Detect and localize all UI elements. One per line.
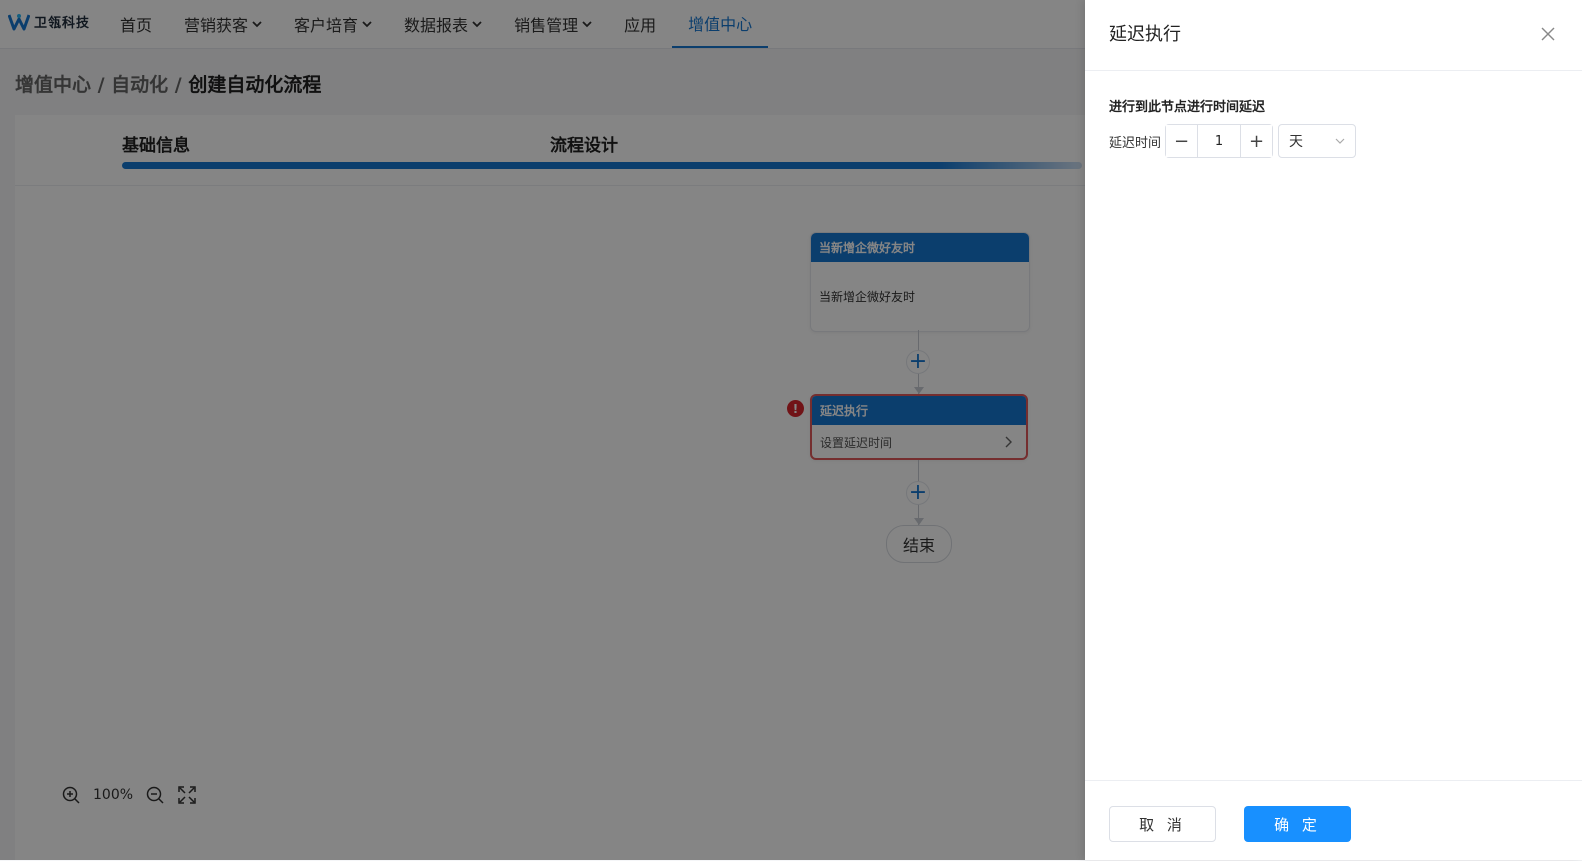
time-unit-select[interactable]: 天 bbox=[1278, 124, 1357, 158]
section-title: 进行到此节点进行时间延迟 bbox=[1109, 100, 1266, 115]
chevron-down-icon bbox=[1335, 138, 1345, 144]
drawer-footer: 取 消 确 定 bbox=[1085, 780, 1582, 861]
delay-time-stepper: − + bbox=[1165, 124, 1274, 158]
decrement-button[interactable]: − bbox=[1166, 125, 1199, 157]
close-icon[interactable] bbox=[1540, 26, 1556, 42]
delay-time-label: 延迟时间 bbox=[1109, 135, 1162, 151]
delay-settings-drawer: 延迟执行 进行到此节点进行时间延迟 延迟时间 − + 天 取 消 确 定 bbox=[1085, 0, 1582, 860]
cancel-button[interactable]: 取 消 bbox=[1109, 806, 1216, 842]
time-unit-value: 天 bbox=[1289, 134, 1304, 150]
drawer-header: 延迟执行 bbox=[1085, 0, 1582, 71]
increment-button[interactable]: + bbox=[1240, 125, 1273, 157]
delay-time-input[interactable] bbox=[1198, 125, 1241, 157]
drawer-title: 延迟执行 bbox=[1109, 24, 1181, 45]
delay-time-field: 延迟时间 − + 天 bbox=[1109, 124, 1357, 158]
confirm-button[interactable]: 确 定 bbox=[1244, 806, 1351, 842]
